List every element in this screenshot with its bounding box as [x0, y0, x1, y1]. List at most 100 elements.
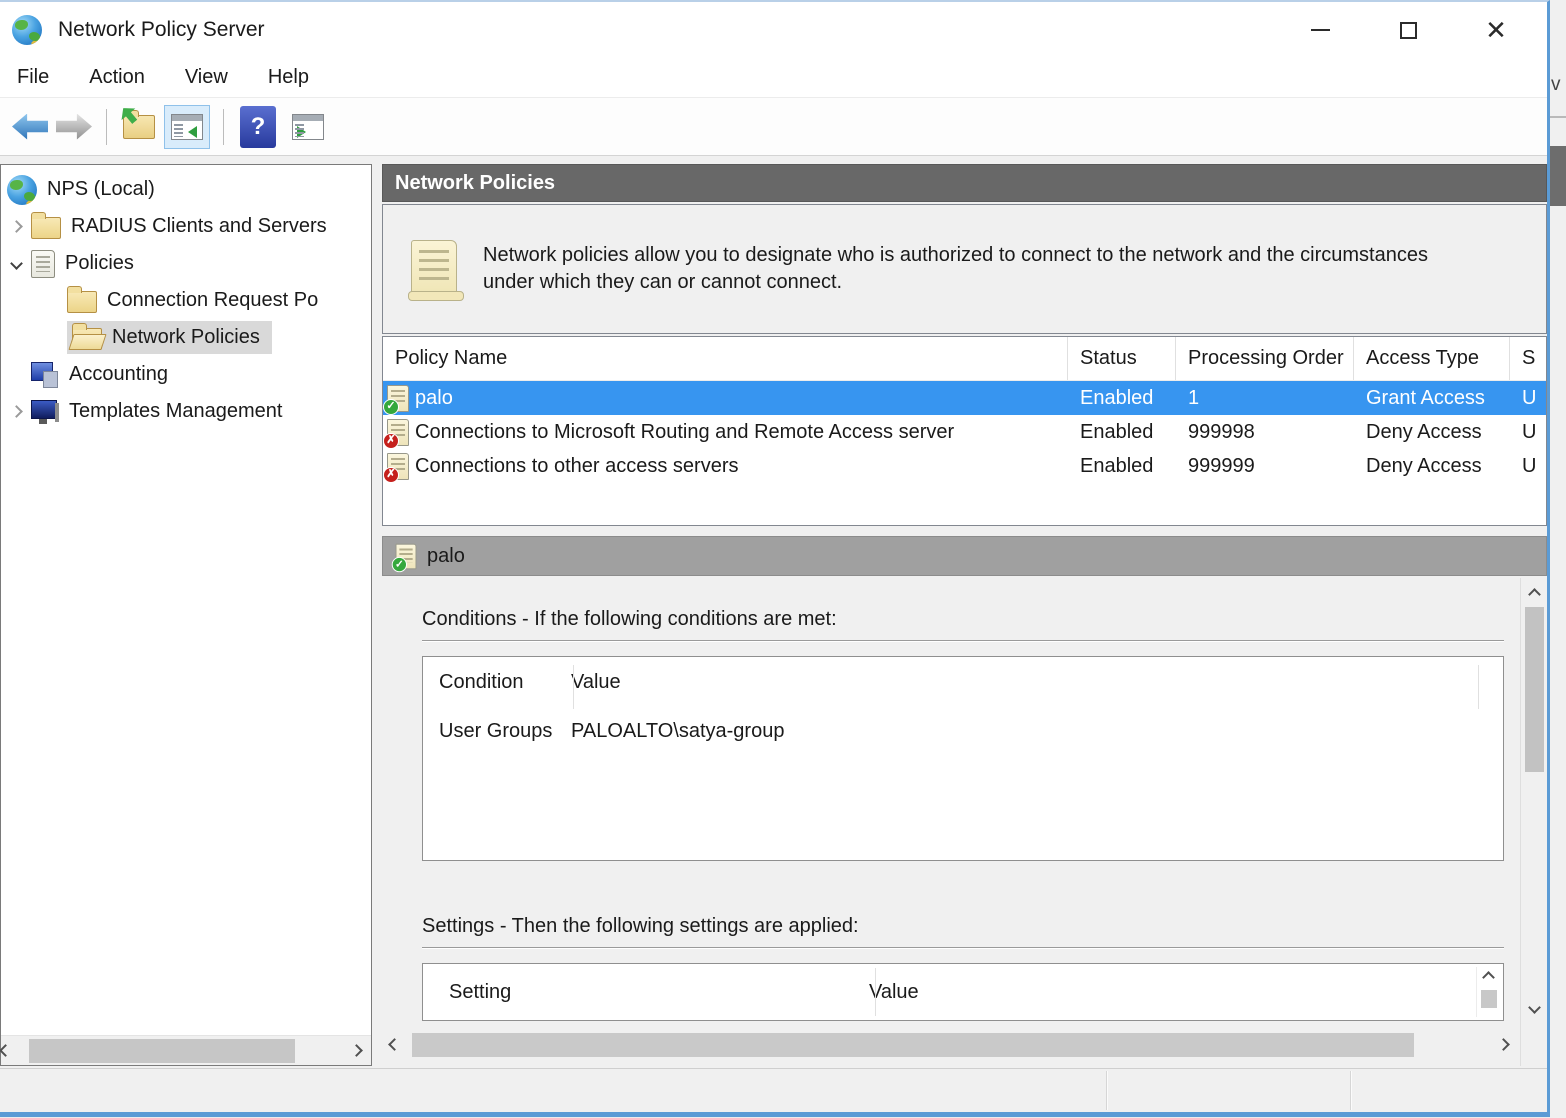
red-x-badge-icon — [383, 466, 399, 483]
show-hide-console-tree-button[interactable] — [164, 104, 210, 149]
open-folder-icon — [72, 323, 102, 350]
action-pane-icon — [292, 113, 324, 140]
show-hide-action-pane-button[interactable] — [285, 105, 331, 149]
policy-access-type: Deny Access — [1366, 420, 1482, 443]
scroll-left-arrow-icon[interactable] — [388, 1038, 401, 1051]
policy-status: Enabled — [1080, 386, 1154, 409]
column-separator — [573, 665, 574, 709]
policy-name: Connections to other access servers — [415, 454, 739, 477]
app-globe-icon — [12, 15, 42, 45]
scroll-right-arrow-icon[interactable] — [350, 1044, 363, 1057]
policy-scroll-icon — [31, 249, 55, 278]
description-text: Network policies allow you to designate … — [483, 244, 1428, 293]
tree-horizontal-scrollbar[interactable] — [0, 1035, 371, 1065]
chevron-right-icon[interactable] — [9, 405, 23, 418]
settings-vertical-scrollbar[interactable] — [1476, 967, 1500, 1017]
column-policy-name[interactable]: Policy Name — [383, 337, 1068, 380]
key-icon — [25, 195, 37, 205]
tree-item-label: Connection Request Po — [107, 289, 319, 311]
policy-row-other-access[interactable]: Connections to other access servers Enab… — [383, 449, 1546, 483]
tree-item-network-policies[interactable]: Network Policies — [1, 319, 371, 356]
condition-row[interactable]: User Groups PALOALTO\satya-group — [439, 720, 1503, 743]
nps-globe-icon — [7, 174, 37, 205]
scroll-right-arrow-icon[interactable] — [1497, 1038, 1510, 1051]
tree-item-policies[interactable]: Policies — [1, 245, 371, 282]
conditions-heading: Conditions - If the following conditions… — [422, 608, 837, 630]
console-tree: NPS (Local) RADIUS Clients and Servers P… — [1, 165, 371, 1035]
results-pane-header: Network Policies — [382, 164, 1547, 202]
detail-content: Conditions - If the following conditions… — [382, 578, 1518, 1022]
templates-icon — [31, 399, 59, 425]
scrollbar-thumb[interactable] — [1480, 990, 1497, 1008]
policy-grant-icon — [383, 384, 409, 415]
tree-item-label: Accounting — [69, 363, 168, 385]
menu-help[interactable]: Help — [266, 64, 311, 91]
policy-row-palo[interactable]: palo Enabled 1 Grant Access U — [383, 381, 1546, 415]
chevron-down-icon[interactable] — [9, 257, 23, 270]
policy-name: palo — [415, 386, 453, 409]
toolbar: ? — [0, 98, 1547, 156]
menu-view[interactable]: View — [183, 64, 230, 91]
scroll-up-arrow-icon[interactable] — [1527, 588, 1541, 601]
scroll-left-arrow-icon[interactable] — [0, 1044, 12, 1057]
tree-item-nps-local[interactable]: NPS (Local) — [1, 171, 371, 208]
toolbar-separator — [106, 108, 107, 145]
export-list-icon[interactable] — [123, 115, 155, 139]
policy-row-ms-routing[interactable]: Connections to Microsoft Routing and Rem… — [383, 415, 1546, 449]
column-source[interactable]: S — [1510, 337, 1546, 380]
tree-item-templates-management[interactable]: Templates Management — [1, 393, 371, 430]
menu-bar: File Action View Help — [0, 58, 1547, 98]
close-button[interactable]: ✕ — [1483, 17, 1509, 43]
column-setting[interactable]: Setting — [449, 981, 869, 1004]
condition-name: User Groups — [439, 720, 553, 742]
column-value[interactable]: Value — [571, 671, 621, 694]
policy-status: Enabled — [1080, 420, 1154, 443]
toolbar-separator — [223, 108, 224, 145]
up-arrow-icon — [116, 102, 141, 127]
forward-arrow-icon[interactable] — [56, 113, 92, 140]
column-status[interactable]: Status — [1068, 337, 1176, 380]
scrollbar-thumb[interactable] — [412, 1033, 1414, 1057]
policy-processing-order: 1 — [1188, 386, 1200, 409]
console-tree-pane: NPS (Local) RADIUS Clients and Servers P… — [0, 164, 372, 1066]
scrollbar-thumb[interactable] — [29, 1039, 295, 1063]
main-area: NPS (Local) RADIUS Clients and Servers P… — [0, 156, 1547, 1068]
column-separator — [875, 968, 876, 1016]
policy-list: Policy Name Status Processing Order Acce… — [382, 336, 1547, 526]
background-fragment-line — [1550, 116, 1566, 118]
menu-file[interactable]: File — [15, 64, 51, 91]
policy-source: U — [1522, 386, 1537, 409]
red-x-badge-icon — [383, 432, 399, 449]
results-pane-title: Network Policies — [395, 171, 556, 194]
detail-panel: Conditions - If the following conditions… — [382, 578, 1547, 1066]
tree-item-accounting[interactable]: Accounting — [1, 356, 371, 393]
background-fragment-block — [1550, 146, 1566, 206]
column-value[interactable]: Value — [869, 981, 919, 1004]
help-icon[interactable]: ? — [240, 105, 276, 148]
policy-processing-order: 999999 — [1188, 454, 1255, 477]
window-controls: ✕ — [1307, 17, 1509, 43]
maximize-button[interactable] — [1395, 17, 1421, 43]
scroll-down-arrow-icon[interactable] — [1527, 1001, 1541, 1014]
tree-item-connection-request-policies[interactable]: Connection Request Po — [1, 282, 371, 319]
detail-vertical-scrollbar[interactable] — [1520, 578, 1547, 1066]
chevron-right-icon[interactable] — [9, 220, 23, 233]
condition-value: PALOALTO\satya-group — [571, 720, 785, 742]
column-access-type[interactable]: Access Type — [1354, 337, 1510, 380]
column-processing-order[interactable]: Processing Order — [1176, 337, 1354, 380]
key-icon — [30, 36, 42, 45]
policy-access-type: Grant Access — [1366, 386, 1485, 409]
policy-scroll-icon — [408, 240, 464, 301]
minimize-button[interactable] — [1307, 17, 1333, 43]
column-condition[interactable]: Condition — [439, 671, 571, 694]
scroll-up-arrow-icon[interactable] — [1482, 971, 1495, 984]
tree-item-radius-clients[interactable]: RADIUS Clients and Servers — [1, 208, 371, 245]
console-tree-icon — [171, 113, 203, 140]
scrollbar-thumb[interactable] — [1524, 607, 1544, 772]
menu-action[interactable]: Action — [87, 64, 147, 91]
settings-table: Setting Value — [422, 963, 1504, 1021]
right-triangle-icon — [297, 125, 306, 138]
detail-horizontal-scrollbar[interactable] — [384, 1030, 1516, 1060]
back-arrow-icon[interactable] — [12, 113, 48, 140]
app-window: Network Policy Server ✕ File Action View… — [0, 0, 1550, 1117]
